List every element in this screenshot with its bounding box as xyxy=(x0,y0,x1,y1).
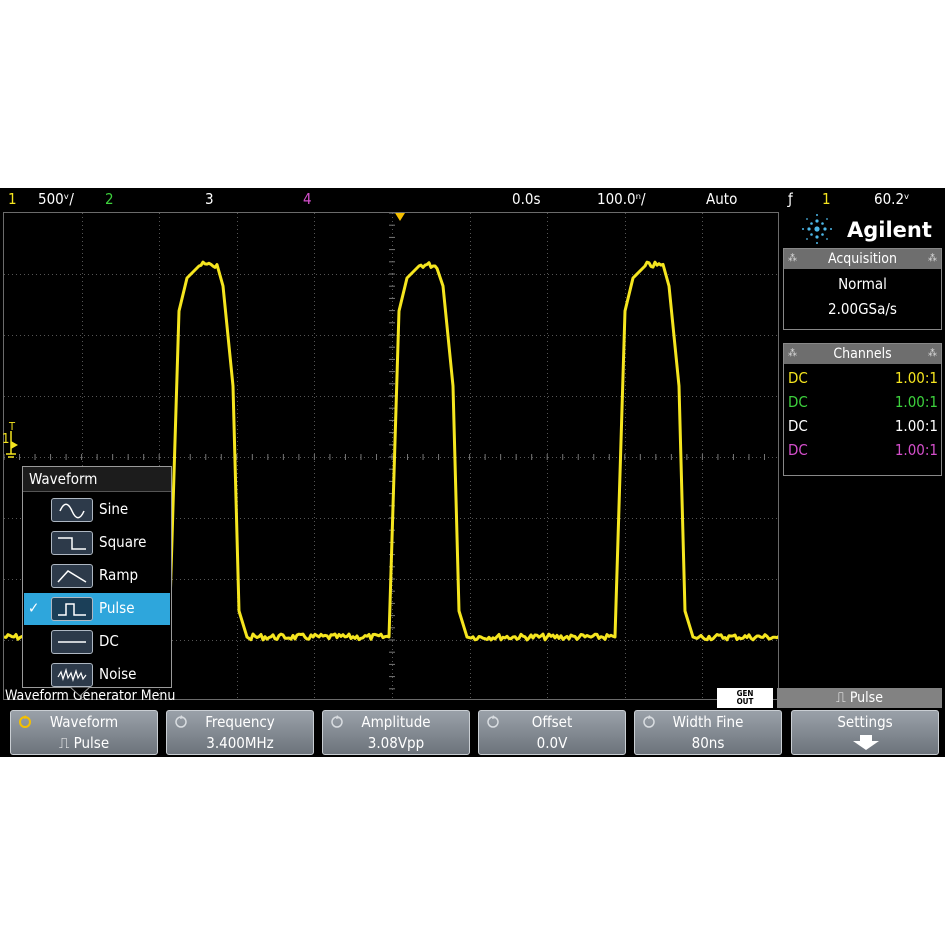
ch3-indicator[interactable]: 3 xyxy=(205,190,214,208)
ch4-indicator[interactable]: 4 xyxy=(303,190,312,208)
panel-grip-icon: ⁂ xyxy=(788,253,797,264)
ch1-ground-marker[interactable]: T 1 xyxy=(0,420,22,464)
softkey-title: Width Fine xyxy=(672,713,744,731)
menu-item-label: Noise xyxy=(99,665,137,683)
probe-ratio: 1.00:1 xyxy=(894,417,938,435)
generator-status: ⎍ Pulse xyxy=(777,688,942,708)
softkey-amplitude[interactable]: Amplitude 3.08Vpp xyxy=(322,710,470,755)
softkey-title: Waveform xyxy=(49,713,119,731)
menu-item-pulse[interactable]: ✓ Pulse xyxy=(24,593,170,625)
trigger-slope-icon: ƒ xyxy=(788,190,793,208)
channels-header: ⁂ Channels ⁂ xyxy=(784,344,941,364)
probe-ratio: 1.00:1 xyxy=(894,369,938,387)
softkey-value: 0.0V xyxy=(536,734,568,752)
acquisition-panel[interactable]: ⁂ Acquisition ⁂ Normal 2.00GSa/s xyxy=(783,248,942,330)
softkey-title: Offset xyxy=(531,713,573,731)
menu-item-dc[interactable]: DC xyxy=(24,626,170,658)
menu-item-sine[interactable]: Sine xyxy=(24,494,170,526)
channel-row-2[interactable]: DC 1.00:1 xyxy=(788,393,938,415)
trigger-source[interactable]: 1 xyxy=(822,190,831,208)
softkey-value: 80ns xyxy=(691,734,725,752)
softkey-value: 3.400MHz xyxy=(206,734,274,752)
panel-grip-icon: ⁂ xyxy=(928,348,937,359)
panel-grip-icon: ⁂ xyxy=(788,348,797,359)
acquisition-mode: Normal xyxy=(838,275,887,293)
popup-title: Waveform xyxy=(23,467,171,492)
softkey-title: Settings xyxy=(837,713,893,731)
status-bar: 1 500ᵛ/ 2 3 4 0.0s 100.0ⁿ/ Auto ƒ 1 60.2… xyxy=(0,188,945,210)
noise-icon xyxy=(51,663,93,687)
channel-row-1[interactable]: DC 1.00:1 xyxy=(788,369,938,391)
trigger-mode[interactable]: Auto xyxy=(706,190,737,208)
acquisition-header: ⁂ Acquisition ⁂ xyxy=(784,249,941,269)
channel-row-4[interactable]: DC 1.00:1 xyxy=(788,441,938,463)
popup-pointer xyxy=(70,687,90,697)
menu-item-label: Pulse xyxy=(99,599,135,617)
gen-out-indicator: GEN OUT xyxy=(717,688,773,708)
submenu-arrow-down-icon xyxy=(853,735,879,750)
acquisition-title: Acquisition xyxy=(828,251,897,267)
ramp-icon xyxy=(51,564,93,588)
timebase-readout[interactable]: 100.0ⁿ/ xyxy=(597,190,646,208)
square-wave-icon xyxy=(51,531,93,555)
probe-ratio: 1.00:1 xyxy=(894,393,938,411)
ch1-scale[interactable]: 500ᵛ/ xyxy=(38,190,74,208)
trigger-level[interactable]: 60.2ᵛ xyxy=(874,190,910,208)
probe-ratio: 1.00:1 xyxy=(894,441,938,459)
menu-item-label: Sine xyxy=(99,500,129,518)
dc-icon xyxy=(51,630,93,654)
channel-row-3[interactable]: DC 1.00:1 xyxy=(788,417,938,439)
trigger-position-marker[interactable] xyxy=(395,213,405,221)
channels-panel[interactable]: ⁂ Channels ⁂ DC 1.00:1 DC 1.00:1 DC 1.00… xyxy=(783,343,942,476)
channels-title: Channels xyxy=(833,346,892,362)
softkey-waveform[interactable]: Waveform ⎍ Pulse xyxy=(10,710,158,755)
menu-item-label: Square xyxy=(99,533,147,551)
agilent-logo: Agilent xyxy=(783,212,943,246)
softkey-title: Amplitude xyxy=(361,713,431,731)
menu-item-label: Ramp xyxy=(99,566,139,584)
check-icon: ✓ xyxy=(28,599,40,617)
ch1-indicator[interactable]: 1 xyxy=(8,190,17,208)
panel-grip-icon: ⁂ xyxy=(928,253,937,264)
coupling: DC xyxy=(788,417,808,435)
brand-name: Agilent xyxy=(847,218,932,242)
softkey-width-fine[interactable]: Width Fine 80ns xyxy=(634,710,782,755)
menu-item-ramp[interactable]: Ramp xyxy=(24,560,170,592)
gen-out-line2: OUT xyxy=(736,697,754,706)
oscilloscope-screen: 1 500ᵛ/ 2 3 4 0.0s 100.0ⁿ/ Auto ƒ 1 60.2… xyxy=(0,188,945,757)
menu-item-label: DC xyxy=(99,632,119,650)
delay-readout[interactable]: 0.0s xyxy=(512,190,540,208)
pulse-icon xyxy=(51,597,93,621)
softkey-title: Frequency xyxy=(205,713,275,731)
softkey-offset[interactable]: Offset 0.0V xyxy=(478,710,626,755)
menu-item-square[interactable]: Square xyxy=(24,527,170,559)
softkey-frequency[interactable]: Frequency 3.400MHz xyxy=(166,710,314,755)
coupling: DC xyxy=(788,369,808,387)
sine-icon xyxy=(51,498,93,522)
softkey-settings[interactable]: Settings xyxy=(791,710,939,755)
ch2-indicator[interactable]: 2 xyxy=(105,190,114,208)
menu-item-noise[interactable]: Noise xyxy=(24,659,170,691)
agilent-spark-icon xyxy=(802,214,832,244)
coupling: DC xyxy=(788,393,808,411)
coupling: DC xyxy=(788,441,808,459)
ground-icon xyxy=(6,431,18,458)
sample-rate: 2.00GSa/s xyxy=(828,300,897,318)
waveform-popup-menu[interactable]: Waveform Sine Square Ramp ✓ Pulse DC Noi… xyxy=(22,466,172,688)
softkey-value: 3.08Vpp xyxy=(367,734,425,752)
softkey-value: ⎍ Pulse xyxy=(58,734,110,752)
